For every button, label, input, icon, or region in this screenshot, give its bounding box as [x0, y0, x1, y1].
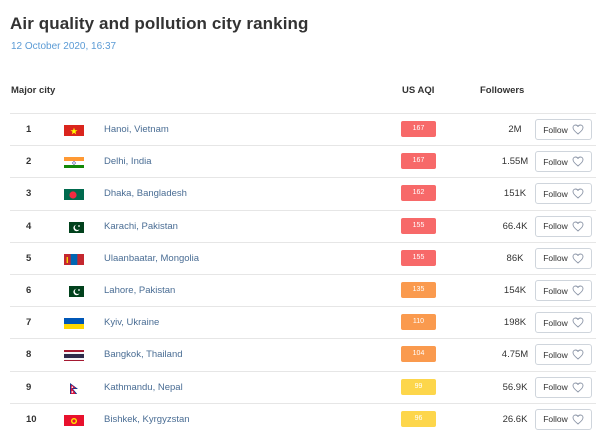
heart-icon	[572, 285, 584, 296]
heart-icon	[572, 156, 584, 167]
follow-button-label: Follow	[543, 349, 568, 360]
followers-count: 56.9K	[502, 381, 528, 393]
rank-number: 2	[26, 156, 32, 168]
table-row: 5 Ulaanbaatar, Mongolia 155 86K Follow	[10, 241, 596, 274]
city-link[interactable]: Lahore, Pakistan	[104, 285, 175, 296]
bangladesh-flag	[64, 188, 84, 201]
heart-icon	[572, 349, 584, 360]
followers-count: 4.75M	[501, 349, 529, 361]
table-row: 8 Bangkok, Thailand 104 4.75M Follow	[10, 338, 596, 370]
heart-icon	[572, 382, 584, 393]
city-link[interactable]: Dhaka, Bangladesh	[104, 188, 187, 199]
follow-button[interactable]: Follow	[535, 151, 592, 173]
rank-number: 5	[26, 252, 32, 264]
follow-button-label: Follow	[543, 124, 568, 135]
city-link[interactable]: Kathmandu, Nepal	[104, 382, 183, 393]
aqi-badge: 99	[401, 378, 436, 395]
city-link[interactable]: Ulaanbaatar, Mongolia	[104, 253, 199, 264]
india-flag	[64, 156, 84, 169]
aqi-badge: 155	[401, 217, 436, 234]
follow-button-label: Follow	[543, 382, 568, 393]
aqi-badge: 104	[401, 346, 436, 363]
city-link[interactable]: Karachi, Pakistan	[104, 221, 178, 232]
rank-number: 9	[26, 381, 32, 393]
heart-icon	[572, 221, 584, 232]
rank-number: 7	[26, 317, 32, 329]
heart-icon	[572, 414, 584, 425]
pakistan-flag	[64, 285, 84, 297]
rank-number: 4	[26, 220, 32, 232]
follow-button-label: Follow	[543, 317, 568, 328]
aqi-badge: 110	[401, 314, 436, 331]
aqi-badge: 167	[401, 153, 436, 170]
table-row: 3 Dhaka, Bangladesh 162 151K Follow	[10, 177, 596, 209]
heart-icon	[572, 317, 584, 328]
aqi-badge: 135	[401, 282, 436, 298]
heart-icon	[572, 124, 584, 135]
city-link[interactable]: Bishkek, Kyrgyzstan	[104, 414, 190, 425]
table-row: 10 Bishkek, Kyrgyzstan 96 26.6K Follow	[10, 402, 596, 435]
follow-button-label: Follow	[543, 221, 568, 232]
kyrgyzstan-flag	[64, 414, 84, 426]
city-link[interactable]: Delhi, India	[104, 156, 152, 167]
followers-count: 151K	[503, 188, 527, 200]
follow-button[interactable]: Follow	[535, 376, 592, 398]
mongolia-flag	[64, 253, 84, 265]
follow-button[interactable]: Follow	[535, 215, 592, 237]
followers-count: 154K	[503, 285, 527, 296]
rank-number: 6	[26, 285, 32, 296]
timestamp: 12 October 2020, 16:37	[11, 41, 117, 52]
table-row: 9 Kathmandu, Nepal 99 56.9K Follow	[10, 370, 596, 403]
table-row: 7 Kyiv, Ukraine 110 198K Follow	[10, 306, 596, 338]
page-title: Air quality and pollution city ranking	[10, 14, 309, 33]
thailand-flag	[64, 349, 84, 362]
follow-button[interactable]: Follow	[535, 280, 592, 301]
followers-count: 86K	[506, 252, 524, 264]
rank-number: 1	[26, 124, 32, 135]
ukraine-flag	[64, 317, 84, 330]
vietnam-flag	[64, 124, 84, 136]
rank-number: 3	[26, 188, 32, 200]
followers-count: 1.55M	[501, 156, 529, 168]
table-row: 1 Hanoi, Vietnam 167 2M Follow	[10, 113, 596, 145]
heart-icon	[572, 188, 584, 199]
followers-count: 2M	[508, 124, 522, 135]
column-header-followers: Followers	[480, 85, 525, 96]
rank-number: 10	[26, 413, 37, 425]
aqi-badge: 167	[401, 121, 436, 137]
aqi-badge: 96	[401, 410, 436, 427]
city-link[interactable]: Bangkok, Thailand	[104, 349, 183, 360]
follow-button[interactable]: Follow	[535, 247, 592, 269]
follow-button[interactable]: Follow	[535, 119, 592, 140]
heart-icon	[572, 253, 584, 264]
rank-number: 8	[26, 349, 32, 361]
follow-button[interactable]: Follow	[535, 408, 592, 430]
city-link[interactable]: Kyiv, Ukraine	[104, 317, 159, 328]
nepal-flag	[64, 382, 84, 394]
column-header-aqi: US AQI	[402, 85, 435, 96]
follow-button-label: Follow	[543, 188, 568, 199]
column-header-city: Major city	[11, 85, 56, 96]
pakistan-flag	[64, 221, 84, 233]
aqi-badge: 155	[401, 249, 436, 266]
follow-button[interactable]: Follow	[535, 312, 592, 334]
city-link[interactable]: Hanoi, Vietnam	[104, 124, 169, 135]
followers-count: 198K	[503, 317, 527, 329]
followers-count: 26.6K	[502, 413, 528, 425]
follow-button-label: Follow	[543, 253, 568, 264]
follow-button[interactable]: Follow	[535, 344, 592, 366]
table-row: 2 Delhi, India 167 1.55M Follow	[10, 145, 596, 177]
table-row: 4 Karachi, Pakistan 155 66.4K Follow	[10, 209, 596, 242]
follow-button[interactable]: Follow	[535, 183, 592, 205]
follow-button-label: Follow	[543, 414, 568, 425]
follow-button-label: Follow	[543, 285, 568, 296]
aqi-badge: 162	[401, 185, 436, 202]
follow-button-label: Follow	[543, 156, 568, 167]
followers-count: 66.4K	[502, 220, 528, 232]
table-row: 6 Lahore, Pakistan 135 154K Follow	[10, 274, 596, 306]
